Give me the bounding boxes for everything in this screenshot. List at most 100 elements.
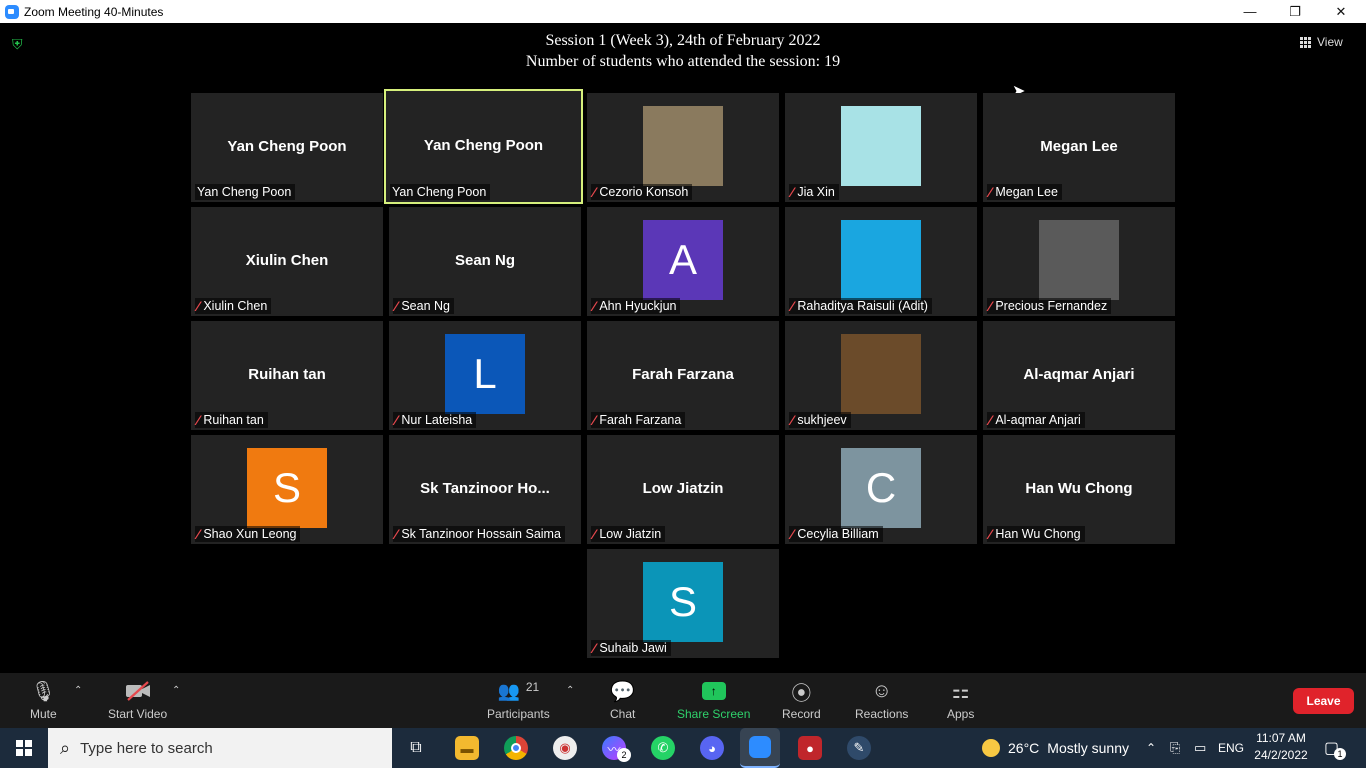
battery-icon[interactable]: ▭	[1194, 728, 1206, 768]
smiley-plus-icon: ☺	[871, 679, 892, 702]
share-screen-label: Share Screen	[677, 707, 751, 721]
windows-taskbar: ⌕ Type here to search ⧉ ▬ ◉ 〰 2 ✆ ◕ ● ✎ …	[0, 728, 1366, 768]
participant-tile[interactable]: Al-aqmar Anjari ⁄ Al-aqmar Anjari	[983, 321, 1175, 430]
participant-tile[interactable]: Yan Cheng Poon Yan Cheng Poon	[191, 93, 383, 202]
participant-tile[interactable]: Megan Lee ⁄ Megan Lee	[983, 93, 1175, 202]
record-label: Record	[782, 707, 821, 721]
participant-name-label: ⁄ Nur Lateisha	[393, 412, 477, 428]
language-indicator[interactable]: ENG	[1218, 728, 1244, 768]
mic-muted-icon: ⁄	[593, 412, 596, 428]
mic-muted-icon: ⁄	[989, 184, 992, 200]
participant-initial-avatar: A	[643, 220, 723, 300]
participant-name-text: Precious Fernandez	[995, 299, 1108, 313]
media-player-icon[interactable]: ◉	[553, 736, 577, 760]
participant-tile[interactable]: ⁄ sukhjeev	[785, 321, 977, 430]
view-button[interactable]: View	[1300, 35, 1343, 49]
participant-tile[interactable]: S ⁄ Shao Xun Leong	[191, 435, 383, 544]
session-title-line1: Session 1 (Week 3), 24th of February 202…	[545, 32, 821, 49]
taskbar-search-box[interactable]: ⌕ Type here to search	[48, 728, 392, 768]
participants-button[interactable]: 👥 21 Participants	[487, 679, 550, 721]
start-video-button[interactable]: Start Video	[108, 679, 167, 721]
participant-tile[interactable]: Han Wu Chong ⁄ Han Wu Chong	[983, 435, 1175, 544]
participant-name-text: Ruihan tan	[203, 413, 264, 427]
participant-tile[interactable]: Ruihan tan ⁄ Ruihan tan	[191, 321, 383, 430]
messenger-badge: 2	[617, 748, 631, 762]
start-button[interactable]	[0, 728, 48, 768]
notification-count: 1	[1334, 748, 1346, 760]
participant-name-label: ⁄ Precious Fernandez	[987, 298, 1112, 314]
paint-icon[interactable]: ✎	[847, 736, 871, 760]
whatsapp-icon[interactable]: ✆	[651, 736, 675, 760]
close-window-button[interactable]: ✕	[1318, 0, 1364, 23]
audio-options-caret-icon[interactable]: ⌃	[74, 685, 82, 696]
zoom-taskbar-icon[interactable]	[740, 728, 780, 768]
task-view-icon[interactable]: ⧉	[404, 736, 428, 760]
chrome-icon[interactable]	[504, 736, 528, 760]
participant-tile[interactable]: S ⁄ Suhaib Jawi	[587, 549, 779, 658]
participants-icon-wrap: 👥 21	[497, 679, 539, 703]
participant-tile[interactable]: A ⁄ Ahn Hyuckjun	[587, 207, 779, 316]
participant-tile[interactable]: Sean Ng ⁄ Sean Ng	[389, 207, 581, 316]
share-screen-button[interactable]: ↑ Share Screen	[677, 679, 750, 721]
video-off-icon	[124, 679, 152, 703]
participant-name-label: ⁄ Megan Lee	[987, 184, 1062, 200]
leave-button[interactable]: Leave	[1293, 688, 1354, 714]
mic-muted-icon: ⁄	[791, 412, 794, 428]
taskbar-clock[interactable]: 11:07 AM 24/2/2022	[1250, 730, 1312, 764]
screen: Zoom Meeting 40-Minutes — ❐ ✕ ⛨ Session …	[0, 0, 1366, 768]
participant-name-label: ⁄ Al-aqmar Anjari	[987, 412, 1085, 428]
participant-tile[interactable]: ⁄ Jia Xin	[785, 93, 977, 202]
chat-button[interactable]: 💬 Chat	[610, 679, 636, 722]
meeting-area: ⛨ Session 1 (Week 3), 24th of February 2…	[0, 23, 1366, 673]
participant-name-label: ⁄ Xiulin Chen	[195, 298, 272, 314]
screen-recorder-icon[interactable]: ●	[798, 736, 822, 760]
reactions-button[interactable]: ☺ Reactions	[855, 679, 908, 722]
participant-name-text: Al-aqmar Anjari	[995, 413, 1081, 427]
weather-widget[interactable]: 26°C Mostly sunny	[982, 728, 1129, 768]
weather-sun-icon	[982, 739, 1000, 757]
apps-label: Apps	[947, 707, 975, 721]
participant-initial-avatar: C	[841, 448, 921, 528]
chat-bubble-icon: 💬	[610, 680, 636, 703]
show-hidden-icons-chevron-icon[interactable]: ⌃	[1146, 728, 1156, 768]
participant-name-text: Megan Lee	[995, 185, 1058, 199]
mic-muted-icon: ⁄	[197, 526, 200, 542]
mic-muted-icon: ⁄	[791, 298, 794, 314]
participant-name-label: ⁄ Jia Xin	[789, 184, 839, 200]
participant-tile[interactable]: Farah Farzana ⁄ Farah Farzana	[587, 321, 779, 430]
apps-button[interactable]: ⚏ Apps	[947, 679, 975, 722]
participant-name-label: ⁄ Farah Farzana	[591, 412, 686, 428]
mic-muted-icon: ⁄	[791, 526, 794, 542]
participant-tile[interactable]: Xiulin Chen ⁄ Xiulin Chen	[191, 207, 383, 316]
participant-tile[interactable]: Low Jiatzin ⁄ Low Jiatzin	[587, 435, 779, 544]
weather-temp: 26°C	[1008, 740, 1040, 756]
participant-name-label: ⁄ Suhaib Jawi	[591, 640, 671, 656]
restore-button[interactable]: ❐	[1272, 0, 1318, 23]
participant-tile[interactable]: C ⁄ Cecylia Billiam	[785, 435, 977, 544]
mic-muted-icon: ⁄	[395, 298, 398, 314]
network-icon[interactable]: ⎘	[1170, 728, 1180, 768]
participants-count: 21	[525, 680, 540, 694]
discord-icon[interactable]: ◕	[700, 736, 724, 760]
mute-button[interactable]: 🎙 Mute	[30, 679, 57, 722]
participant-tile[interactable]: Yan Cheng Poon Yan Cheng Poon	[384, 89, 583, 204]
participant-name-text: Suhaib Jawi	[599, 641, 667, 655]
participant-tile[interactable]: Sk Tanzinoor Ho... ⁄ Sk Tanzinoor Hossain …	[389, 435, 581, 544]
mic-muted-icon: ⁄	[593, 640, 596, 656]
participant-profile-photo	[841, 106, 921, 186]
minimize-button[interactable]: —	[1227, 0, 1273, 23]
clock-time: 11:07 AM	[1256, 731, 1306, 745]
participant-tile[interactable]: ⁄ Rahaditya Raisuli (Adit)	[785, 207, 977, 316]
participant-tile[interactable]: L ⁄ Nur Lateisha	[389, 321, 581, 430]
participant-tile[interactable]: ⁄ Cezorio Konsoh	[587, 93, 779, 202]
participant-name-label: Yan Cheng Poon	[390, 184, 491, 200]
participants-options-caret-icon[interactable]: ⌃	[566, 685, 574, 696]
participant-tile[interactable]: ⁄ Precious Fernandez	[983, 207, 1175, 316]
record-button[interactable]: ⦿ Record	[782, 679, 821, 722]
video-options-caret-icon[interactable]: ⌃	[172, 685, 180, 696]
file-explorer-icon[interactable]: ▬	[455, 736, 479, 760]
participant-name-text: Yan Cheng Poon	[392, 185, 487, 199]
participant-name-label: ⁄ Han Wu Chong	[987, 526, 1085, 542]
mic-muted-icon: ⁄	[593, 298, 596, 314]
participant-name-label: ⁄ Sean Ng	[393, 298, 454, 314]
